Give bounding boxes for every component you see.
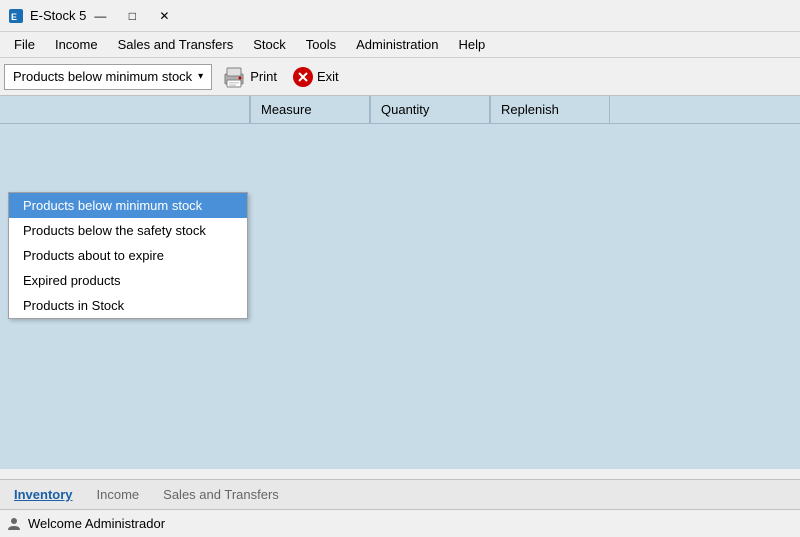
close-button[interactable]: ✕ (150, 5, 178, 27)
printer-icon (222, 66, 246, 88)
tab-sales-transfers[interactable]: Sales and Transfers (153, 483, 289, 506)
dropdown-item-expired[interactable]: Expired products (9, 268, 247, 293)
print-button[interactable]: Print (216, 62, 283, 92)
dropdown-item-about-to-expire[interactable]: Products about to expire (9, 243, 247, 268)
svg-text:E: E (11, 12, 17, 22)
exit-icon (293, 67, 313, 87)
col-header-description (0, 96, 250, 123)
menu-bar: File Income Sales and Transfers Stock To… (0, 32, 800, 58)
title-bar: E E-Stock 5 — □ ✕ (0, 0, 800, 32)
status-message: Welcome Administrador (28, 516, 165, 531)
col-header-measure: Measure (250, 96, 370, 123)
app-icon: E (8, 8, 24, 24)
menu-help[interactable]: Help (448, 34, 495, 55)
dropdown-label: Products below minimum stock (13, 69, 192, 84)
user-icon (6, 516, 22, 532)
tab-bar: Inventory Income Sales and Transfers (0, 479, 800, 509)
col-header-quantity: Quantity (370, 96, 490, 123)
menu-administration[interactable]: Administration (346, 34, 448, 55)
menu-file[interactable]: File (4, 34, 45, 55)
menu-income[interactable]: Income (45, 34, 108, 55)
minimize-button[interactable]: — (86, 5, 114, 27)
dropdown-item-safety-stock[interactable]: Products below the safety stock (9, 218, 247, 243)
dropdown-menu: Products below minimum stock Products be… (8, 192, 248, 319)
toolbar: Products below minimum stock ▾ Print Exi… (0, 58, 800, 96)
main-content: Measure Quantity Replenish Products belo… (0, 96, 800, 469)
menu-tools[interactable]: Tools (296, 34, 346, 55)
dropdown-item-min-stock[interactable]: Products below minimum stock (9, 193, 247, 218)
app-title: E-Stock 5 (30, 8, 86, 23)
dropdown-arrow-icon: ▾ (198, 71, 203, 82)
exit-button[interactable]: Exit (287, 62, 345, 92)
table-header: Measure Quantity Replenish (0, 96, 800, 124)
tab-income[interactable]: Income (87, 483, 150, 506)
print-label: Print (250, 69, 277, 84)
menu-sales-transfers[interactable]: Sales and Transfers (108, 34, 244, 55)
menu-stock[interactable]: Stock (243, 34, 296, 55)
report-type-dropdown[interactable]: Products below minimum stock ▾ (4, 64, 212, 90)
maximize-button[interactable]: □ (118, 5, 146, 27)
col-header-replenish: Replenish (490, 96, 610, 123)
window-controls: — □ ✕ (86, 5, 178, 27)
exit-label: Exit (317, 69, 339, 84)
tab-inventory[interactable]: Inventory (4, 483, 83, 506)
dropdown-item-in-stock[interactable]: Products in Stock (9, 293, 247, 318)
status-bar: Welcome Administrador (0, 509, 800, 537)
